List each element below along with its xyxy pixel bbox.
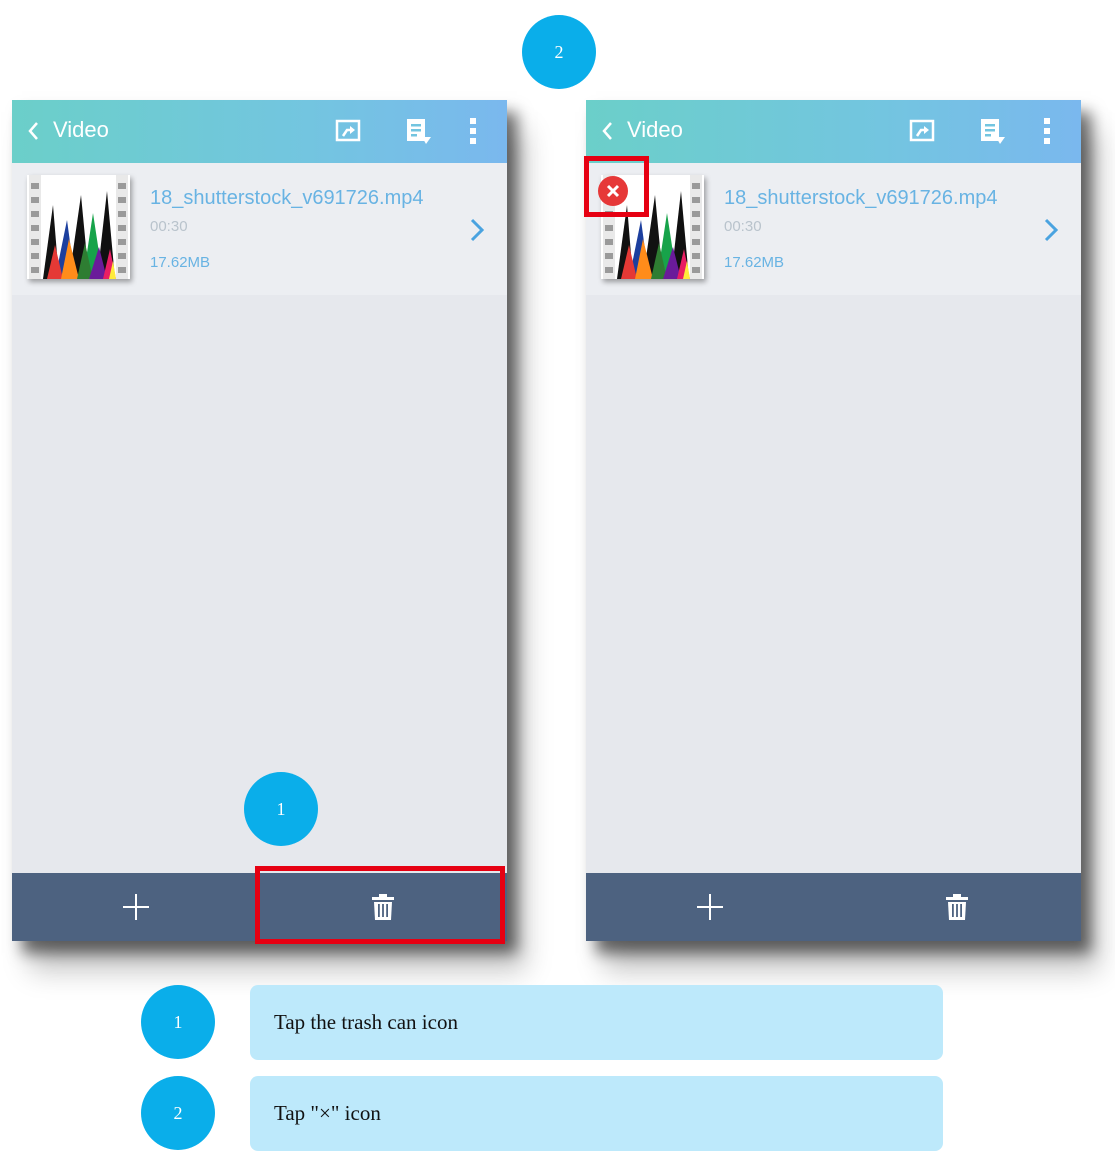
chevron-right-icon[interactable] <box>469 217 485 243</box>
video-thumbnail <box>27 175 130 279</box>
screen-share-icon[interactable] <box>334 116 364 146</box>
file-name: 18_shutterstock_v691726.mp4 <box>150 187 424 209</box>
more-vertical-icon[interactable] <box>468 116 480 148</box>
more-vertical-icon[interactable] <box>1042 116 1054 148</box>
instruction-box-1: Tap the trash can icon <box>250 985 943 1060</box>
app-bar-title: Video <box>627 117 683 142</box>
instruction-box-2: Tap "×" icon <box>250 1076 943 1151</box>
file-duration: 00:30 <box>724 218 762 235</box>
app-bar-title: Video <box>53 117 109 142</box>
app-bar: Video <box>12 100 507 163</box>
file-size: 17.62MB <box>724 254 785 271</box>
plus-icon <box>122 894 149 920</box>
phone-screen-right: Video 18_shutterstock_v691726.mp4 00:30 … <box>586 100 1081 941</box>
delete-button[interactable] <box>834 873 1082 941</box>
chevron-left-icon[interactable] <box>600 120 616 142</box>
note-edit-icon[interactable] <box>404 116 434 146</box>
file-name: 18_shutterstock_v691726.mp4 <box>724 187 998 209</box>
add-button[interactable] <box>12 873 260 941</box>
bottom-toolbar <box>586 873 1081 941</box>
instruction-text-2: Tap "×" icon <box>274 1101 381 1125</box>
app-bar: Video <box>586 100 1081 163</box>
chevron-left-icon[interactable] <box>26 120 42 142</box>
step-badge-1: 1 <box>244 772 318 846</box>
instruction-number-1: 1 <box>141 985 215 1059</box>
trash-icon <box>946 894 969 920</box>
file-size: 17.62MB <box>150 254 211 271</box>
instruction-number-2: 2 <box>141 1076 215 1150</box>
video-list-item[interactable]: 18_shutterstock_v691726.mp4 00:30 17.62M… <box>12 163 507 295</box>
screen-share-icon[interactable] <box>908 116 938 146</box>
chevron-right-icon[interactable] <box>1043 217 1059 243</box>
note-edit-icon[interactable] <box>978 116 1008 146</box>
close-icon-highlight-box <box>584 156 649 217</box>
step-badge-2: 2 <box>522 15 596 89</box>
plus-icon <box>696 894 723 920</box>
video-list-item[interactable]: 18_shutterstock_v691726.mp4 00:30 17.62M… <box>586 163 1081 295</box>
trash-highlight-box <box>255 866 505 944</box>
file-duration: 00:30 <box>150 218 188 235</box>
instruction-text-1: Tap the trash can icon <box>274 1010 458 1034</box>
add-button[interactable] <box>586 873 834 941</box>
